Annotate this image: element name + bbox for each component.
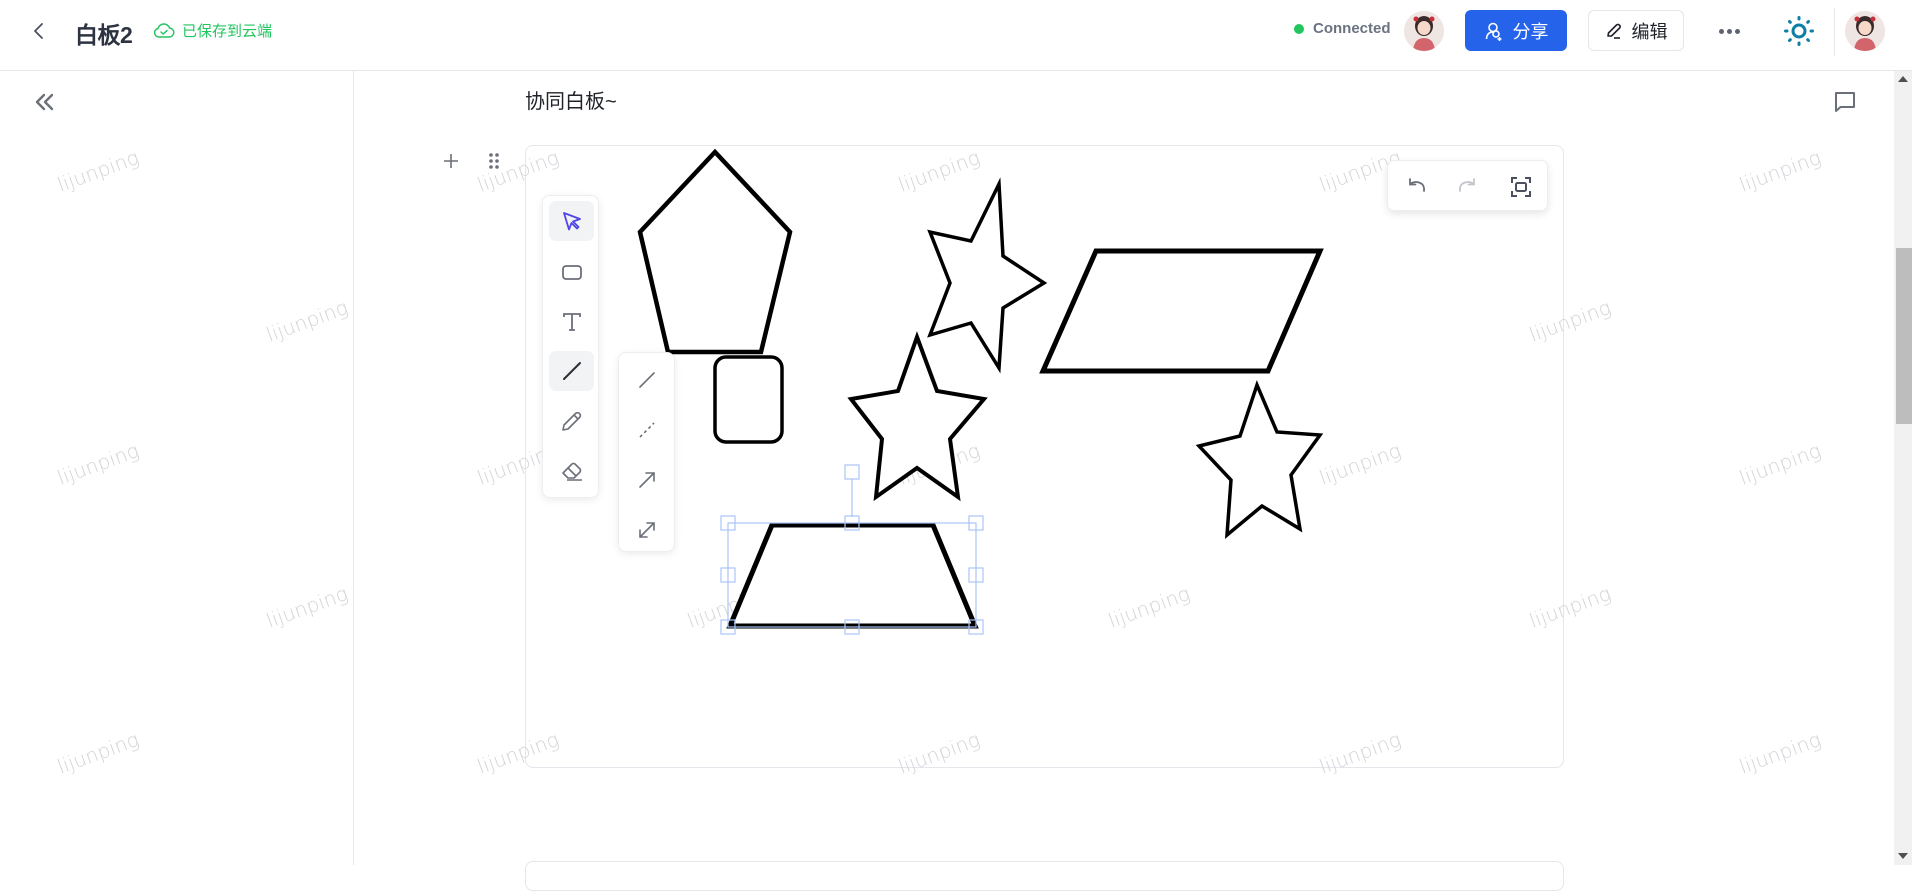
cloud-check-icon xyxy=(153,22,175,38)
cursor-icon xyxy=(562,212,581,231)
connection-status: Connected xyxy=(1294,20,1391,37)
dashed-line-icon xyxy=(639,422,655,438)
connection-text: Connected xyxy=(1313,20,1391,37)
tool-text[interactable] xyxy=(549,302,594,342)
drag-handle[interactable] xyxy=(486,150,502,172)
scroll-down-button[interactable] xyxy=(1894,849,1912,863)
watermark-text: lijunping xyxy=(1735,145,1825,197)
comment-button[interactable] xyxy=(1832,90,1858,114)
line-type-dashed[interactable] xyxy=(627,410,667,450)
next-block xyxy=(525,861,1564,891)
undo-icon xyxy=(1409,178,1425,192)
trapezoid-shape[interactable] xyxy=(726,522,979,629)
more-button[interactable] xyxy=(1712,20,1746,42)
watermark-text: lijunping xyxy=(1735,727,1825,779)
chevron-left-icon xyxy=(34,23,43,39)
line-icon xyxy=(562,362,581,380)
line-type-straight[interactable] xyxy=(627,360,667,400)
scroll-up-button[interactable] xyxy=(1894,72,1912,86)
collaborator-avatar[interactable] xyxy=(1404,11,1444,51)
fit-view-button[interactable] xyxy=(1507,173,1535,201)
plus-icon xyxy=(444,154,458,168)
edit-button[interactable]: 编辑 xyxy=(1588,10,1684,51)
back-button[interactable] xyxy=(26,18,52,44)
theme-toggle-button[interactable] xyxy=(1783,15,1815,47)
comment-icon xyxy=(1835,92,1855,112)
save-status: 已保存到云端 xyxy=(153,20,272,41)
collapse-sidebar-button[interactable] xyxy=(32,90,58,114)
scrollbar-track[interactable] xyxy=(1894,71,1912,865)
share-button[interactable]: 分享 xyxy=(1465,10,1567,51)
document-title[interactable]: 白板2 xyxy=(75,16,133,50)
tool-rectangle[interactable] xyxy=(549,252,594,292)
pencil-icon xyxy=(561,411,581,431)
line-type-menu xyxy=(618,352,675,552)
edit-label: 编辑 xyxy=(1631,21,1668,42)
more-horizontal-icon xyxy=(1718,28,1724,34)
user-avatar[interactable] xyxy=(1845,11,1885,51)
line-type-arrow[interactable] xyxy=(627,460,667,500)
tool-line[interactable] xyxy=(549,351,594,391)
arrow-icon xyxy=(639,472,655,488)
add-user-icon xyxy=(1485,22,1501,41)
scrollbar-thumb[interactable] xyxy=(1896,248,1912,424)
share-label: 分享 xyxy=(1512,21,1549,42)
double-arrow-icon xyxy=(639,522,655,538)
history-panel xyxy=(1387,160,1548,211)
header-divider xyxy=(1834,8,1835,56)
triangle-down-icon xyxy=(1898,853,1908,859)
watermark-text: lijunping xyxy=(1735,438,1825,490)
line-icon xyxy=(639,372,655,388)
pencil-icon xyxy=(1606,23,1621,39)
tool-eraser[interactable] xyxy=(549,451,594,491)
sun-icon xyxy=(1784,16,1814,46)
undo-button[interactable] xyxy=(1402,173,1430,201)
sidebar xyxy=(0,71,354,865)
add-block-button[interactable] xyxy=(440,150,462,172)
drag-dots-icon xyxy=(489,153,499,169)
text-icon xyxy=(562,313,581,331)
line-type-double-arrow[interactable] xyxy=(627,510,667,550)
top-header: 白板2 已保存到云端 Connected 分享 编辑 xyxy=(0,0,1912,71)
drawing-toolbar xyxy=(542,195,599,498)
rectangle-icon xyxy=(561,265,582,280)
redo-button[interactable] xyxy=(1454,173,1482,201)
page-heading[interactable]: 协同白板~ xyxy=(525,85,617,114)
chevrons-left-icon xyxy=(35,93,54,111)
eraser-icon xyxy=(561,462,582,481)
save-status-text: 已保存到云端 xyxy=(182,23,273,40)
rounded-rectangle-shape[interactable] xyxy=(713,355,784,444)
tool-pencil[interactable] xyxy=(549,401,594,441)
redo-icon xyxy=(1459,178,1475,192)
fit-screen-icon xyxy=(1511,177,1531,197)
connection-dot xyxy=(1294,23,1304,34)
triangle-up-icon xyxy=(1898,76,1908,82)
tool-select[interactable] xyxy=(549,201,594,241)
